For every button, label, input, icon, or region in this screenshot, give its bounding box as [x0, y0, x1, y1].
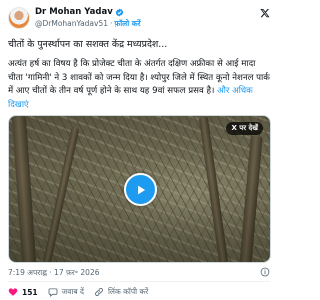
- like-button[interactable]: 151: [8, 287, 38, 297]
- post-card: Dr Mohan Yadav @DrMohanYadav51 · फ़ॉलो क…: [0, 0, 278, 300]
- author-display-name[interactable]: Dr Mohan Yadav: [35, 7, 113, 18]
- separator-dot: ·: [110, 19, 113, 28]
- x-logo-icon[interactable]: [260, 8, 270, 18]
- author-block: Dr Mohan Yadav @DrMohanYadav51 · फ़ॉलो क…: [35, 7, 141, 29]
- reply-button[interactable]: जवाब दें: [48, 287, 84, 297]
- post-lead-text: चीतों के पुनर्स्थापन का सशक्त केंद्र मध्…: [8, 39, 168, 50]
- author-handle-row: @DrMohanYadav51 · फ़ॉलो करें: [35, 18, 141, 29]
- verified-badge-icon: [115, 8, 124, 17]
- author-handle[interactable]: @DrMohanYadav51: [35, 18, 108, 29]
- reply-icon: [48, 288, 58, 297]
- post-body: अत्यंत हर्ष का विषय है कि प्रोजेक्ट चीता…: [8, 58, 272, 112]
- post-timestamp[interactable]: 7:19 अपराह्न · 17 फ़र॰ 2026: [8, 268, 100, 278]
- divider: [8, 281, 270, 282]
- video-player[interactable]: X पर देखें: [8, 115, 271, 263]
- like-count: 151: [22, 287, 38, 297]
- play-button[interactable]: [124, 173, 157, 206]
- author-name-row: Dr Mohan Yadav: [35, 7, 141, 18]
- watch-on-x-button[interactable]: X पर देखें: [226, 122, 263, 135]
- post-header: Dr Mohan Yadav @DrMohanYadav51 · फ़ॉलो क…: [8, 7, 270, 31]
- link-icon: [95, 288, 103, 296]
- avatar[interactable]: [8, 7, 30, 29]
- action-bar: 151 जवाब दें लिंक कॉपी करें: [8, 285, 270, 299]
- info-icon[interactable]: [260, 267, 270, 277]
- reply-label: जवाब दें: [61, 287, 84, 296]
- heart-icon: [8, 288, 18, 296]
- play-icon: [137, 185, 145, 194]
- follow-button[interactable]: फ़ॉलो करें: [114, 18, 140, 29]
- copy-link-button[interactable]: लिंक कॉपी करें: [94, 287, 148, 297]
- copy-link-label: लिंक कॉपी करें: [107, 287, 149, 296]
